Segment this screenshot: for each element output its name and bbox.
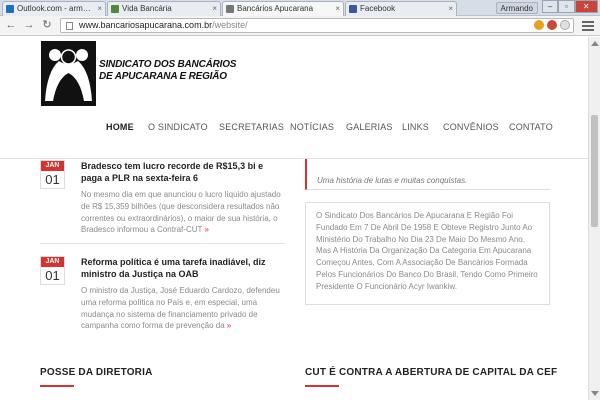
vida-bancaria-icon	[111, 5, 119, 13]
scroll-down-icon[interactable]	[591, 391, 599, 396]
read-more-link[interactable]: »	[204, 225, 208, 234]
window-controls: – ▫ ✕	[542, 0, 598, 13]
forward-arrow-icon[interactable]: →	[22, 18, 36, 32]
nav-links[interactable]: LINKS	[402, 121, 429, 133]
url-path: /website/	[212, 20, 248, 30]
section-title-cut[interactable]: CUT É CONTRA A ABERTURA DE CAPITAL DA CE…	[305, 367, 557, 378]
nav-o-sindicato[interactable]: O SINDICATO	[148, 121, 208, 133]
news-title[interactable]: Reforma política é uma tarefa inadiável,…	[81, 256, 285, 280]
nav-secretarias[interactable]: SECRETARIAS	[219, 121, 284, 133]
section-title-posse[interactable]: POSSE DA DIRETORIA	[40, 367, 153, 378]
tab-close-icon[interactable]: ×	[335, 2, 340, 15]
outlook-icon	[6, 5, 14, 13]
extension-icon[interactable]	[534, 20, 544, 30]
date-day: 01	[45, 268, 60, 283]
tagline-text: Uma história de lutas e muitas conquista…	[317, 176, 468, 185]
omnibox-extension-icons	[534, 20, 570, 30]
close-window-button[interactable]: ✕	[574, 0, 598, 13]
browser-tab-bar: Outlook.com - armando. × Vida Bancária ×…	[0, 0, 600, 16]
news-title[interactable]: Bradesco tem lucro recorde de R$15,3 bi …	[81, 160, 285, 184]
news-item: JAN 01 Reforma política é uma tarefa ina…	[40, 256, 285, 346]
tab-vida-bancaria[interactable]: Vida Bancária ×	[107, 1, 221, 16]
date-day: 01	[45, 172, 60, 187]
date-month: JAN	[41, 257, 64, 267]
reload-icon[interactable]: ↻	[40, 18, 54, 32]
back-arrow-icon[interactable]: ←	[4, 18, 18, 32]
news-excerpt: No mesmo dia em que anunciou o lucro líq…	[81, 189, 287, 236]
url-host: www.bancariosapucarana.com.br	[79, 20, 213, 30]
site-name-line2: DE APUCARANA E REGIÃO	[99, 71, 227, 82]
tab-label: Facebook	[360, 4, 396, 13]
nav-home[interactable]: HOME	[106, 121, 134, 133]
tab-close-icon[interactable]: ×	[97, 2, 102, 15]
tab-label: Vida Bancária	[122, 4, 172, 13]
date-badge: JAN 01	[40, 256, 65, 285]
tab-bancarios-apucarana[interactable]: Bancários Apucarana ×	[222, 1, 344, 16]
page-viewport: SINDICATO DOS BANCÁRIOS DE APUCARANA E R…	[0, 37, 588, 400]
tab-label: Outlook.com - armando.	[17, 4, 91, 13]
section-underline	[40, 385, 74, 387]
page-icon	[226, 5, 234, 13]
tab-outlook[interactable]: Outlook.com - armando. ×	[2, 1, 106, 16]
tab-facebook[interactable]: Facebook ×	[345, 1, 457, 16]
tab-label: Bancários Apucarana	[237, 4, 314, 13]
section-underline	[305, 385, 339, 387]
nav-galerias[interactable]: GALERIAS	[346, 121, 393, 133]
extension-icon[interactable]	[547, 20, 557, 30]
news-excerpt: O ministro da Justiça, José Eduardo Card…	[81, 285, 287, 332]
nav-noticias[interactable]: NOTÍCIAS	[290, 121, 334, 133]
nav-convenios[interactable]: CONVÊNIOS	[443, 121, 499, 133]
nav-contato[interactable]: CONTATO	[509, 121, 553, 133]
scrollbar-thumb[interactable]	[591, 115, 598, 227]
tagline-box: Uma história de lutas e muitas conquista…	[305, 159, 550, 190]
tab-close-icon[interactable]: ×	[448, 2, 453, 15]
date-month: JAN	[41, 161, 64, 171]
tab-close-icon[interactable]: ×	[212, 2, 217, 15]
news-item: JAN 01 Bradesco tem lucro recorde de R$1…	[40, 160, 285, 250]
date-badge: JAN 01	[40, 160, 65, 189]
news-divider	[40, 243, 285, 244]
site-name-line1: SINDICATO DOS BANCÁRIOS	[99, 59, 237, 70]
minimize-button[interactable]: –	[542, 0, 559, 13]
address-bar[interactable]: www.bancariosapucarana.com.br/website/	[60, 18, 574, 33]
page-scrollbar[interactable]	[588, 37, 600, 400]
facebook-icon	[349, 5, 357, 13]
site-name[interactable]: SINDICATO DOS BANCÁRIOS DE APUCARANA E R…	[99, 59, 236, 83]
scroll-up-icon[interactable]	[591, 41, 599, 46]
browser-toolbar: ← → ↻ www.bancariosapucarana.com.br/webs…	[0, 16, 600, 36]
page-info-icon[interactable]	[66, 22, 73, 30]
logo-emblem[interactable]	[41, 41, 96, 106]
news-excerpt-text: O ministro da Justiça, José Eduardo Card…	[81, 286, 280, 331]
maximize-button[interactable]: ▫	[558, 0, 575, 13]
history-text: O Sindicato Dos Bancários De Apucarana E…	[316, 211, 538, 291]
main-nav: HOME O SINDICATO SECRETARIAS NOTÍCIAS GA…	[0, 121, 588, 135]
browser-user-label[interactable]: Armando	[495, 2, 538, 14]
browser-menu-icon[interactable]	[582, 19, 594, 31]
read-more-link[interactable]: »	[227, 321, 231, 330]
history-box: O Sindicato Dos Bancários De Apucarana E…	[305, 202, 550, 305]
bookmark-star-icon[interactable]	[560, 20, 570, 30]
news-excerpt-text: No mesmo dia em que anunciou o lucro líq…	[81, 190, 281, 235]
